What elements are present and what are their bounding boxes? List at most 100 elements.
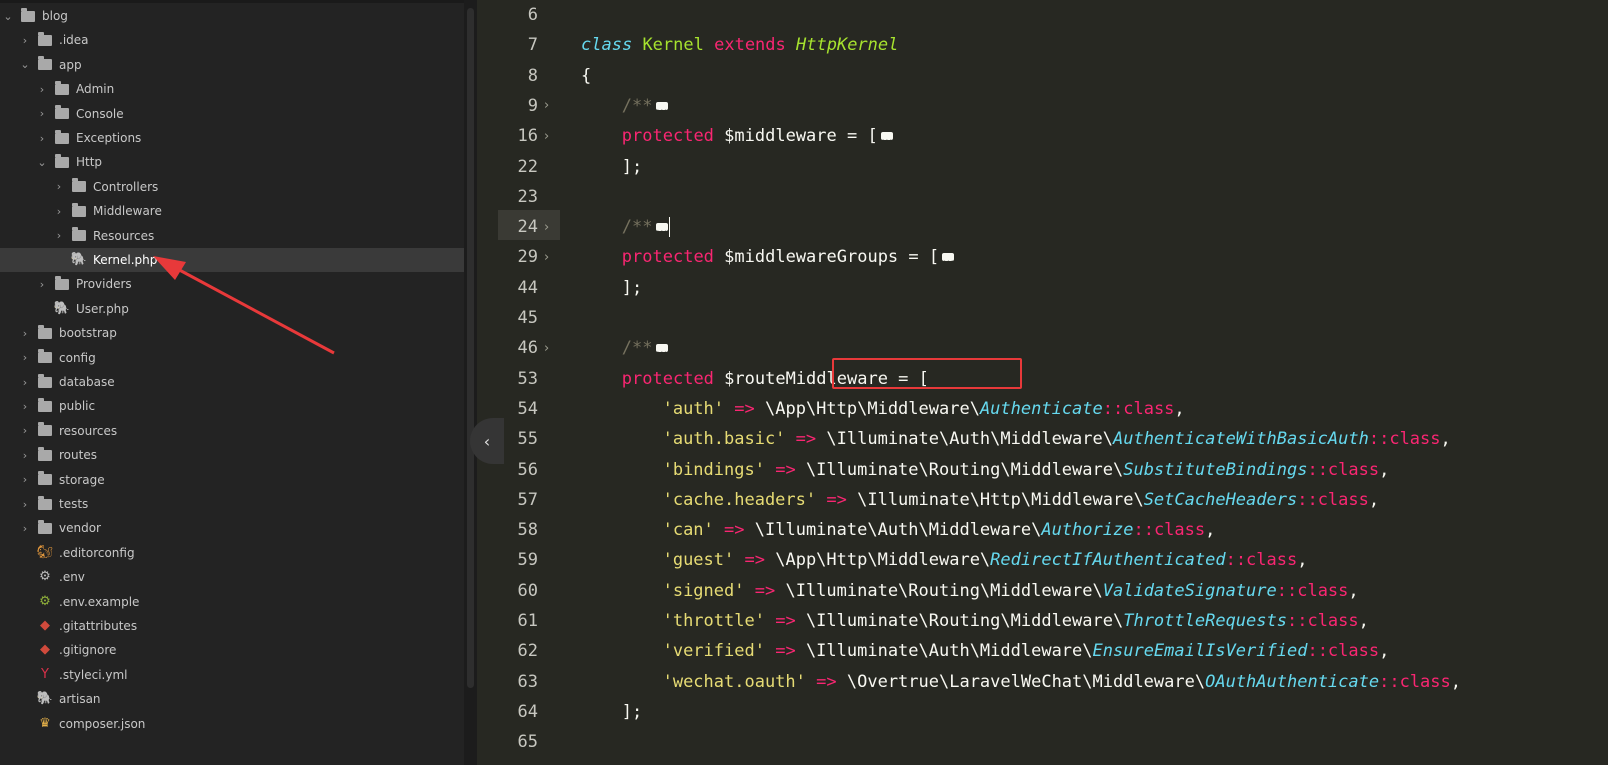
file-glyph: 🐘	[36, 691, 54, 707]
line-number: 44	[517, 277, 538, 298]
folder-row[interactable]: › .idea	[0, 28, 464, 52]
arrow-operator: =>	[816, 671, 837, 692]
line-number: 62	[517, 641, 538, 662]
middleware-key: 'auth'	[662, 398, 725, 419]
file-glyph: 🐘	[70, 252, 88, 267]
chevron-right-icon[interactable]: ›	[19, 327, 31, 340]
file-row[interactable]: 🐘 User.php	[0, 297, 464, 321]
folder-row[interactable]: ⌄ Http	[0, 150, 464, 174]
folder-shape	[38, 31, 52, 46]
file-row[interactable]: ◆ .gitattributes	[0, 614, 464, 638]
sidebar-scrollbar[interactable]	[464, 0, 477, 765]
file-row[interactable]: ⚙ .env	[0, 565, 464, 589]
fold-chevron-icon[interactable]: ›	[544, 129, 549, 144]
folder-icon	[37, 56, 53, 72]
chevron-right-icon[interactable]: ›	[19, 449, 31, 462]
folder-row[interactable]: › routes	[0, 443, 464, 467]
sidebar-scrollbar-thumb[interactable]	[467, 8, 474, 688]
class-suffix: ::class	[1276, 580, 1349, 601]
folder-row[interactable]: ⌄ app	[0, 53, 464, 77]
middleware-key: 'throttle'	[662, 611, 765, 631]
chevron-down-icon[interactable]: ⌄	[19, 58, 31, 71]
file-row[interactable]: 🐿 .editorconfig	[0, 541, 464, 565]
namespace: \Illuminate\Http\Middleware\	[857, 489, 1144, 510]
git-icon: ◆	[37, 619, 53, 633]
folded-ellipsis-icon[interactable]	[880, 127, 893, 157]
tree-item-label: .styleci.yml	[59, 667, 128, 682]
folder-row[interactable]: › storage	[0, 468, 464, 492]
chevron-right-icon[interactable]: ›	[36, 83, 48, 96]
gutter-line: 23	[498, 182, 578, 212]
code-area[interactable]: class Kernel extends HttpKernel {/** prote…	[581, 0, 1608, 765]
file-row[interactable]: ♛ composer.json	[0, 712, 464, 736]
chevron-right-icon[interactable]: ›	[19, 376, 31, 389]
class-suffix: ::class	[1286, 611, 1359, 631]
folder-row[interactable]: › database	[0, 370, 464, 394]
chevron-right-icon[interactable]: ›	[53, 205, 65, 218]
folder-row[interactable]: › vendor	[0, 516, 464, 540]
gutter-line: 8	[498, 61, 578, 91]
folder-row[interactable]: ⌄ blog	[0, 4, 464, 28]
line-number: 58	[517, 520, 538, 541]
code-line: 'guest' => \App\Http\Middleware\Redirect…	[663, 545, 1308, 575]
file-glyph: ◆	[40, 642, 50, 658]
styleci-icon: Y	[37, 667, 53, 682]
folded-ellipsis-icon[interactable]	[655, 97, 668, 127]
chevron-right-icon[interactable]: ›	[19, 351, 31, 364]
line-number: 45	[517, 308, 538, 328]
folder-row[interactable]: › resources	[0, 419, 464, 443]
code-editor[interactable]: 6 7 8 9 › 16 › 22 23 24 › 29 › 44 45 46 › 53 54 55 56 57 58 59 6…	[477, 0, 1608, 765]
file-row[interactable]: ◆ .gitignore	[0, 638, 464, 662]
namespace: \App\Http\Middleware\	[775, 550, 991, 571]
chevron-right-icon[interactable]: ›	[36, 132, 48, 145]
folder-row[interactable]: › Admin	[0, 77, 464, 101]
file-row[interactable]: ⚙ .env.example	[0, 590, 464, 614]
folder-row[interactable]: › Middleware	[0, 199, 464, 223]
line-number: 22	[517, 156, 538, 177]
chevron-right-icon[interactable]: ›	[19, 424, 31, 437]
folded-ellipsis-icon[interactable]	[655, 218, 668, 248]
gutter-line: 54	[498, 394, 578, 424]
fold-chevron-icon[interactable]: ›	[544, 341, 549, 356]
folder-row[interactable]: › tests	[0, 492, 464, 516]
chevron-right-icon[interactable]: ›	[36, 107, 48, 120]
folder-row[interactable]: › Console	[0, 102, 464, 126]
gutter-line: 64	[498, 697, 578, 727]
gutter-line: 58	[498, 515, 578, 545]
chevron-down-icon[interactable]: ⌄	[2, 10, 14, 23]
chevron-right-icon[interactable]: ›	[53, 229, 65, 242]
arrow-operator: =>	[775, 459, 796, 480]
arrow-operator: =>	[754, 580, 776, 601]
chevron-right-icon[interactable]: ›	[19, 522, 31, 535]
folder-row[interactable]: › public	[0, 394, 464, 418]
chevron-right-icon[interactable]: ›	[36, 278, 48, 291]
file-row[interactable]: 🐘 Kernel.php	[0, 248, 464, 272]
class-suffix: ::class	[1297, 489, 1369, 510]
chevron-right-icon[interactable]: ›	[19, 400, 31, 413]
fold-chevron-icon[interactable]: ›	[544, 98, 549, 113]
code-line: ];	[622, 273, 642, 303]
folder-row[interactable]: › Resources	[0, 224, 464, 248]
folded-ellipsis-icon[interactable]	[655, 339, 668, 369]
folder-row[interactable]: › bootstrap	[0, 321, 464, 345]
line-number: 59	[517, 550, 538, 571]
folder-row[interactable]: › config	[0, 346, 464, 370]
chevron-right-icon[interactable]: ›	[19, 34, 31, 47]
line-number: 8	[527, 65, 538, 86]
chevron-right-icon[interactable]: ›	[53, 180, 65, 193]
line-number: 57	[517, 489, 538, 510]
folded-ellipsis-icon[interactable]	[942, 248, 955, 278]
file-glyph: 🐘	[53, 300, 71, 316]
folder-row[interactable]: › Exceptions	[0, 126, 464, 150]
class-keyword: class	[581, 35, 633, 56]
file-row[interactable]: Y .styleci.yml	[0, 663, 464, 687]
fold-chevron-icon[interactable]: ›	[544, 250, 549, 265]
folder-row[interactable]: › Providers	[0, 272, 464, 296]
folder-row[interactable]: › Controllers	[0, 175, 464, 199]
fold-chevron-icon[interactable]: ›	[544, 220, 549, 235]
chevron-right-icon[interactable]: ›	[19, 473, 31, 486]
file-row[interactable]: 🐘 artisan	[0, 687, 464, 711]
arrow-operator: =>	[826, 489, 847, 510]
chevron-right-icon[interactable]: ›	[19, 498, 31, 511]
chevron-down-icon[interactable]: ⌄	[36, 156, 48, 169]
